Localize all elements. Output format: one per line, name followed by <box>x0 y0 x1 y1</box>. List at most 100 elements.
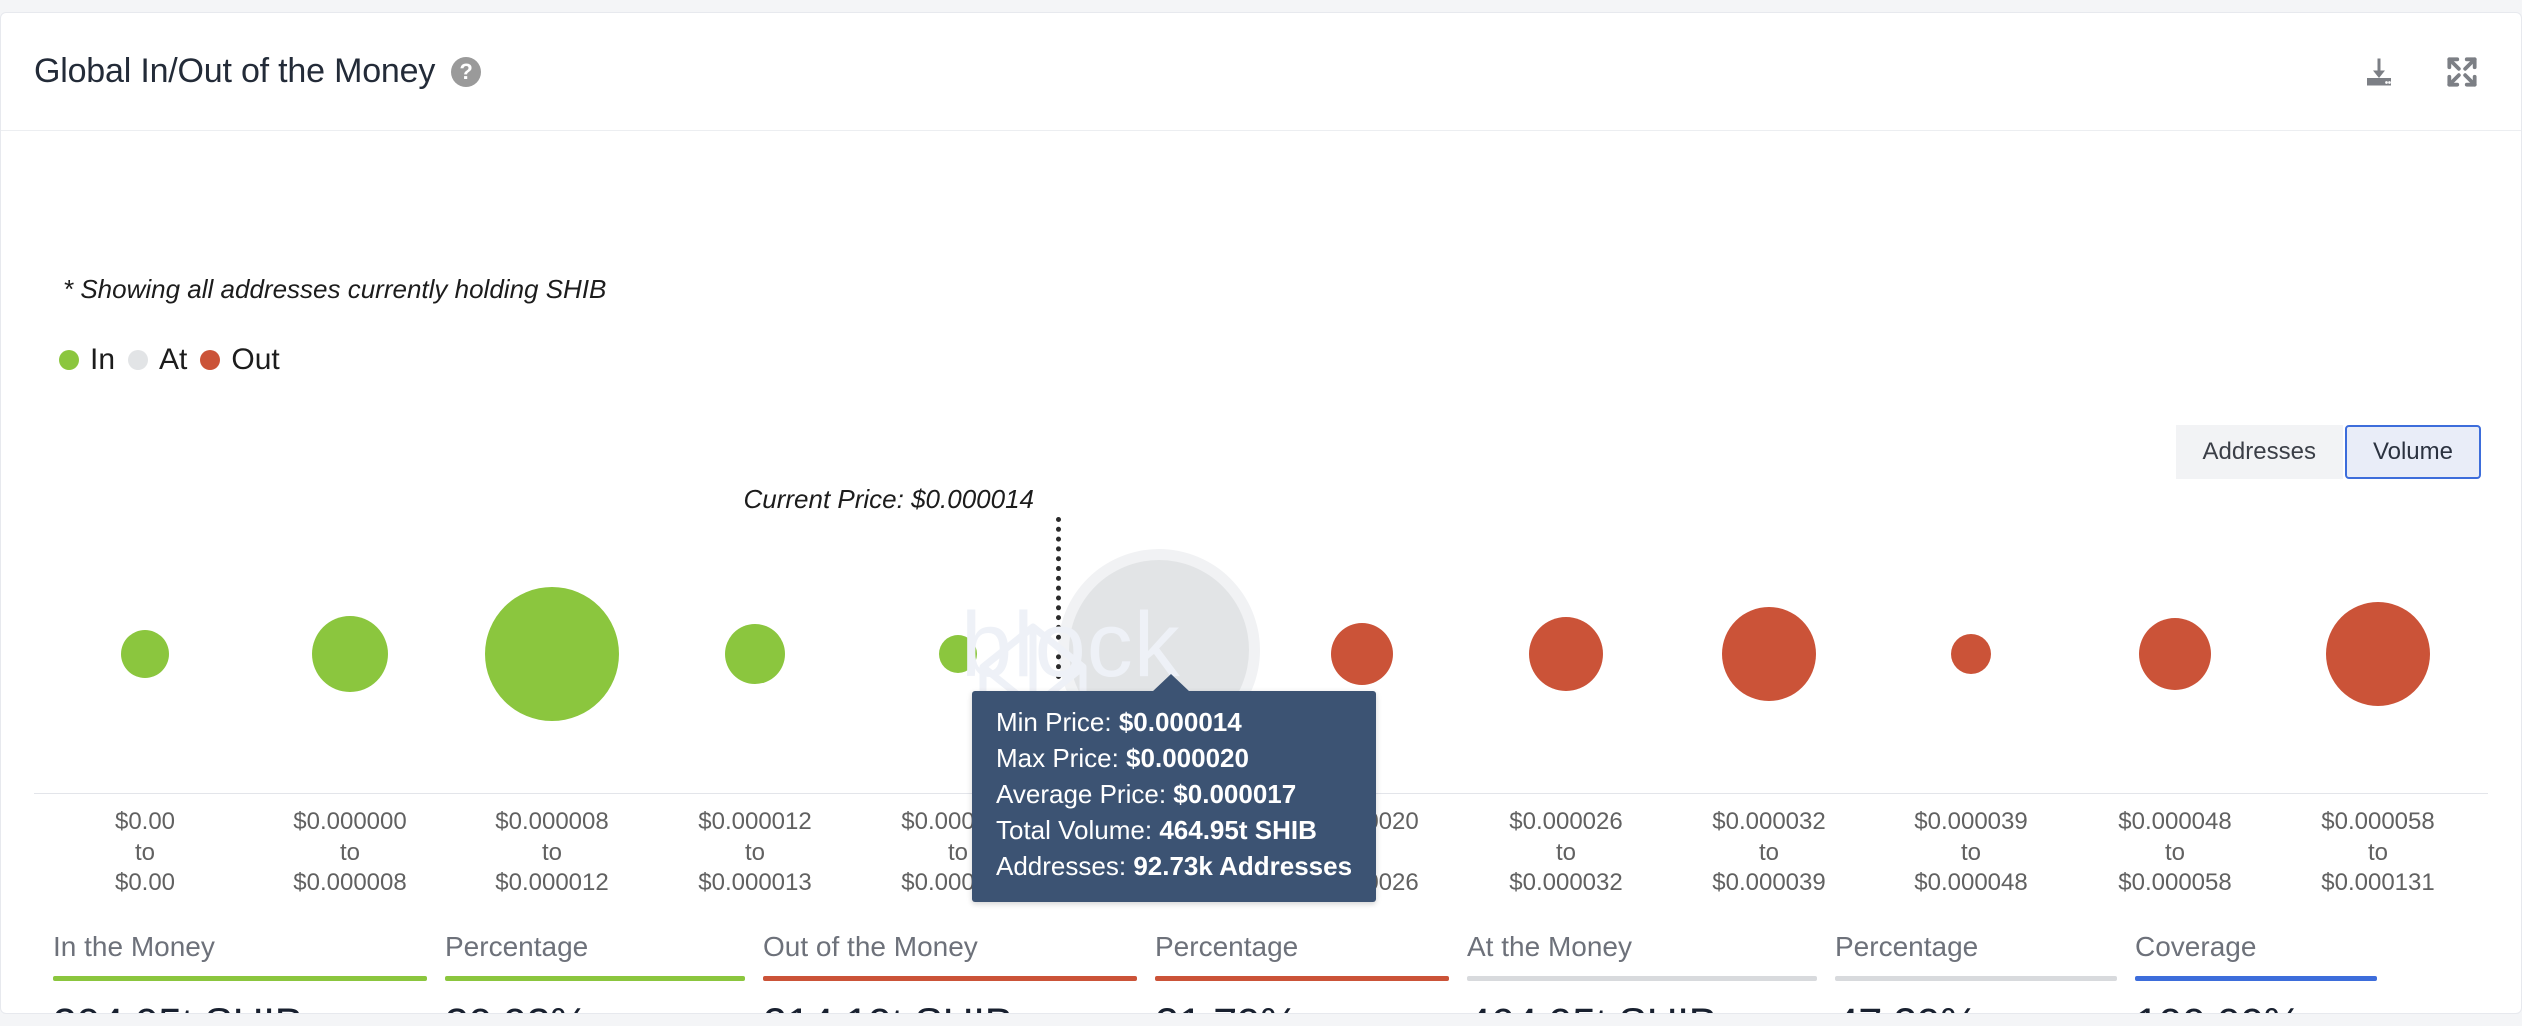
stat-sub-value: $6.64b <box>1725 1013 1808 1014</box>
stat-value: 47.29% <box>1835 1000 2135 1014</box>
fullscreen-expand-icon[interactable] <box>2443 53 2481 91</box>
x-label-to: to <box>2165 839 2185 866</box>
tooltip-row-total-volume: Total Volume: 464.95t SHIB <box>996 813 1352 849</box>
tooltip-label-total-volume: Total Volume: <box>996 815 1152 845</box>
stat-sub-value: $3.06b <box>1021 1013 1104 1014</box>
x-label-max: $0.000012 <box>495 869 608 896</box>
stat-percentage-1: Percentage30.93% <box>445 931 763 1014</box>
tooltip-label-max-price: Max Price: <box>996 743 1119 773</box>
download-icon[interactable] <box>2361 54 2397 90</box>
card-body: * Showing all addresses currently holdin… <box>1 131 2521 1014</box>
x-label-min: $0.000048 <box>2118 808 2231 835</box>
tooltip-row-max-price: Max Price: $0.000020 <box>996 741 1352 777</box>
x-label-min: $0.00 <box>115 808 175 835</box>
x-axis-label-2: $0.000000 to $0.000008 <box>293 807 406 899</box>
stat-label: Percentage <box>1155 931 1467 963</box>
x-label-min: $0.000012 <box>698 808 811 835</box>
stat-rule <box>1467 976 1817 981</box>
tooltip-value-max-price: $0.000020 <box>1126 743 1249 773</box>
x-axis-label-11: $0.000048 to $0.000058 <box>2118 807 2231 899</box>
stat-rule <box>1155 976 1449 981</box>
bubble-3[interactable] <box>485 587 619 721</box>
bubble-8[interactable] <box>1529 617 1603 691</box>
x-label-max: $0.000058 <box>2118 869 2231 896</box>
tooltip-row-average-price: Average Price: $0.000017 <box>996 777 1352 813</box>
bubble-7[interactable] <box>1331 623 1393 685</box>
x-axis-label-10: $0.000039 to $0.000048 <box>1914 807 2027 899</box>
stat-in-the-money-0: In the Money 304.05t SHIB$4.34b <box>53 931 445 1014</box>
stat-value: 464.95t SHIB$6.64b <box>1467 1000 1835 1014</box>
question-mark-icon[interactable]: ? <box>451 57 481 87</box>
legend-item-out[interactable]: Out <box>200 343 279 377</box>
x-label-min: $0.000026 <box>1509 808 1622 835</box>
x-label-max: $0.000131 <box>2321 869 2434 896</box>
x-label-max: $0.000008 <box>293 869 406 896</box>
tooltip-label-addresses: Addresses: <box>996 851 1126 881</box>
x-label-to: to <box>1759 839 1779 866</box>
x-label-min: $0.000000 <box>293 808 406 835</box>
chart-note: * Showing all addresses currently holdin… <box>63 274 606 305</box>
bubble-10[interactable] <box>1951 634 1991 674</box>
tooltip-value-addresses: 92.73k Addresses <box>1133 851 1352 881</box>
x-axis-label-12: $0.000058 to $0.000131 <box>2321 807 2434 899</box>
tooltip-label-average-price: Average Price: <box>996 779 1166 809</box>
x-label-min: $0.000032 <box>1712 808 1825 835</box>
tooltip-label-min-price: Min Price: <box>996 707 1112 737</box>
header-actions <box>2361 53 2481 91</box>
x-label-min: $0.000058 <box>2321 808 2434 835</box>
stat-label: In the Money <box>53 931 445 963</box>
x-label-max: $0.00 <box>115 869 175 896</box>
chart-legend: In At Out <box>59 343 280 377</box>
bubble-5[interactable] <box>939 635 977 673</box>
current-price-label: Current Price: $0.000014 <box>743 484 1034 515</box>
tooltip-value-average-price: $0.000017 <box>1173 779 1296 809</box>
stat-rule <box>763 976 1137 981</box>
x-label-max: $0.000048 <box>1914 869 2027 896</box>
bubble-2[interactable] <box>312 616 388 692</box>
legend-dot-in <box>59 350 79 370</box>
tooltip-row-min-price: Min Price: $0.000014 <box>996 705 1352 741</box>
legend-label-out: Out <box>231 343 279 377</box>
x-label-to: to <box>340 839 360 866</box>
legend-dot-out <box>200 350 220 370</box>
stat-label: Percentage <box>445 931 763 963</box>
summary-stats: In the Money304.05t SHIB$4.34bPercentage… <box>53 931 2481 1014</box>
x-label-to: to <box>948 839 968 866</box>
global-in-out-of-money-card: Global In/Out of the Money ? <box>0 12 2522 1014</box>
legend-label-at: At <box>159 343 187 377</box>
tooltip-row-addresses: Addresses: 92.73k Addresses <box>996 849 1352 885</box>
stat-rule <box>2135 976 2377 981</box>
stat-label: Percentage <box>1835 931 2135 963</box>
x-axis-label-1: $0.00 to $0.00 <box>115 807 175 899</box>
x-axis-label-9: $0.000032 to $0.000039 <box>1712 807 1825 899</box>
stat-sub-value: $4.34b <box>311 1013 394 1014</box>
x-label-to: to <box>2368 839 2388 866</box>
x-label-to: to <box>135 839 155 866</box>
bubble-9[interactable] <box>1722 607 1816 701</box>
x-label-min: $0.000039 <box>1914 808 2027 835</box>
bubble-12[interactable] <box>2326 602 2430 706</box>
bubble-4[interactable] <box>725 624 785 684</box>
x-label-to: to <box>745 839 765 866</box>
stat-at-the-money-4: At the Money 464.95t SHIB$6.64b <box>1467 931 1835 1014</box>
stat-percentage-5: Percentage 47.29% <box>1835 931 2135 1014</box>
stat-rule <box>1835 976 2117 981</box>
legend-item-at[interactable]: At <box>128 343 187 377</box>
bubble-1[interactable] <box>121 630 169 678</box>
stat-value: 304.05t SHIB$4.34b <box>53 1000 445 1014</box>
x-label-to: to <box>1961 839 1981 866</box>
stat-label: At the Money <box>1467 931 1835 963</box>
tooltip-value-min-price: $0.000014 <box>1119 707 1242 737</box>
stat-coverage-6: Coverage100.00% <box>2135 931 2395 1014</box>
legend-dot-at <box>128 350 148 370</box>
stat-value: 214.19t SHIB$3.06b <box>763 1000 1155 1014</box>
stat-value: 21.79% <box>1155 1000 1467 1014</box>
tooltip-arrow <box>1152 674 1190 692</box>
legend-item-in[interactable]: In <box>59 343 115 377</box>
stat-label: Coverage <box>2135 931 2395 963</box>
stat-percentage-3: Percentage 21.79% <box>1155 931 1467 1014</box>
x-label-max: $0.000039 <box>1712 869 1825 896</box>
legend-label-in: In <box>90 343 115 377</box>
bubble-11[interactable] <box>2139 618 2211 690</box>
stat-out-of-the-money-2: Out of the Money214.19t SHIB$3.06b <box>763 931 1155 1014</box>
